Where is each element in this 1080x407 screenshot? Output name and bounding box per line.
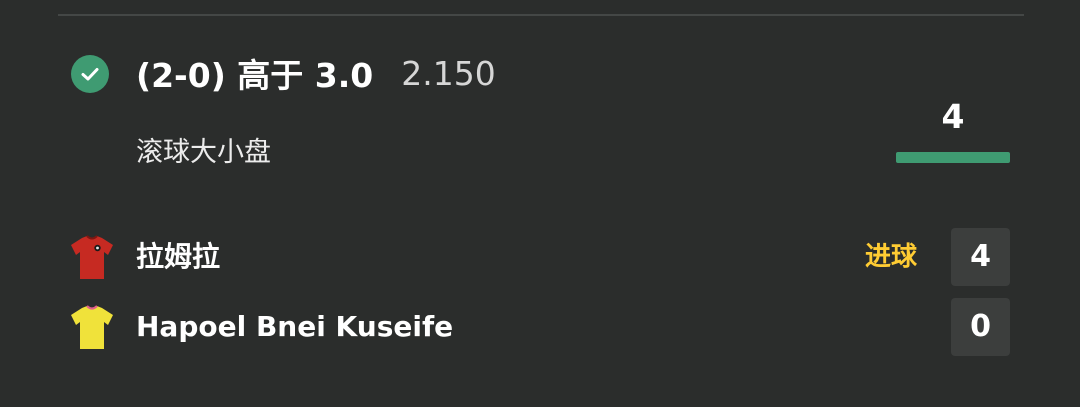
total-goals-block: 4: [896, 92, 1010, 163]
team-row-home: 拉姆拉 进球 4: [0, 228, 1080, 286]
goal-tag: 进球: [864, 242, 917, 272]
market-name: 滚球大小盘: [136, 137, 271, 168]
total-goals-progress-bar: [896, 152, 1010, 163]
score-away: 0: [951, 298, 1010, 356]
total-goals-value: 4: [941, 97, 965, 136]
bet-selection: (2-0) 高于 3.0: [136, 56, 374, 95]
yellow-shirt-icon: [71, 305, 113, 349]
bet-odds: 2.150: [401, 53, 496, 93]
team-name-away: Hapoel Bnei Kuseife: [136, 310, 454, 343]
team-name-home: 拉姆拉: [136, 240, 221, 273]
check-circle-icon: [71, 55, 109, 93]
team-row-away: Hapoel Bnei Kuseife 0: [0, 298, 1080, 356]
bet-title: (2-0) 高于 3.0 2.150: [136, 48, 496, 98]
score-home: 4: [951, 228, 1010, 286]
top-divider: [58, 14, 1024, 16]
red-shirt-icon: [71, 235, 113, 279]
